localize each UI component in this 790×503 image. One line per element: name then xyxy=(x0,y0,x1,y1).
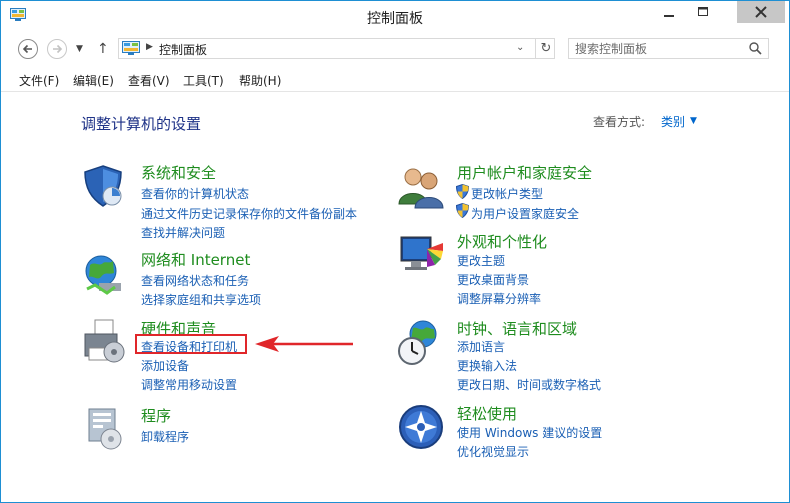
link-optimize-visual-display[interactable]: 优化视觉显示 xyxy=(457,443,529,460)
category-title[interactable]: 外观和个性化 xyxy=(457,231,547,252)
address-dropdown-icon[interactable]: ⌄ xyxy=(516,42,524,53)
link-file-history-backup[interactable]: 通过文件历史记录保存你的文件备份副本 xyxy=(141,205,357,222)
link-network-status-tasks[interactable]: 查看网络状态和任务 xyxy=(141,272,249,289)
programs-icon[interactable] xyxy=(81,405,129,453)
menu-edit[interactable]: 编辑(E) xyxy=(73,72,114,89)
link-change-input-method[interactable]: 更换输入法 xyxy=(457,357,517,374)
breadcrumb-separator-icon[interactable]: ▶ xyxy=(146,42,153,52)
link-uninstall-program[interactable]: 卸载程序 xyxy=(141,428,189,445)
link-troubleshoot[interactable]: 查找并解决问题 xyxy=(141,224,225,241)
uac-shield-icon xyxy=(456,203,469,218)
printer-icon[interactable] xyxy=(81,318,129,366)
menu-tools[interactable]: 工具(T) xyxy=(183,72,224,89)
category-clock-language-region: 时钟、语言和区域 添加语言 更换输入法 更改日期、时间或数字格式 xyxy=(397,318,697,392)
menu-bar: 文件(F) 编辑(E) 查看(V) 工具(T) 帮助(H) xyxy=(1,67,789,92)
highlight-box xyxy=(135,334,247,354)
title-bar: 控制面板 xyxy=(1,1,789,31)
link-desktop-background[interactable]: 更改桌面背景 xyxy=(457,271,529,288)
clock-globe-icon[interactable] xyxy=(397,318,445,366)
arrow-left-icon xyxy=(22,44,32,54)
view-by-label: 查看方式: xyxy=(593,115,646,129)
link-add-language[interactable]: 添加语言 xyxy=(457,338,505,355)
link-add-device[interactable]: 添加设备 xyxy=(141,357,189,374)
maximize-button[interactable] xyxy=(687,1,719,23)
category-appearance: 外观和个性化 更改主题 更改桌面背景 调整屏幕分辨率 xyxy=(397,231,697,306)
category-title[interactable]: 用户帐户和家庭安全 xyxy=(457,162,592,183)
refresh-icon: ↻ xyxy=(540,41,552,56)
category-title[interactable]: 时钟、语言和区域 xyxy=(457,318,577,339)
link-change-theme[interactable]: 更改主题 xyxy=(457,252,505,269)
minimize-icon xyxy=(664,15,674,17)
category-system-security: 系统和安全 查看你的计算机状态 通过文件历史记录保存你的文件备份副本 查找并解决… xyxy=(81,162,381,240)
category-ease-of-access: 轻松使用 使用 Windows 建议的设置 优化视觉显示 xyxy=(397,403,697,463)
navigation-bar: ▼ ↑ ▶ 控制面板 ⌄ ↻ xyxy=(1,31,789,67)
control-panel-small-icon xyxy=(122,41,140,55)
address-bar[interactable]: ▶ 控制面板 ⌄ ↻ xyxy=(118,38,555,59)
network-icon[interactable] xyxy=(81,249,129,297)
control-panel-window: 控制面板 ▼ ↑ ▶ 控制面板 ⌄ ↻ 搜索控制面板 文件(F) 编辑(E) 查… xyxy=(0,0,790,503)
search-input[interactable] xyxy=(575,40,745,57)
users-icon[interactable] xyxy=(397,162,445,210)
shield-icon[interactable] xyxy=(81,162,129,210)
view-by-dropdown-icon[interactable]: ▼ xyxy=(690,116,697,126)
link-screen-resolution[interactable]: 调整屏幕分辨率 xyxy=(457,290,541,307)
link-windows-recommended-settings[interactable]: 使用 Windows 建议的设置 xyxy=(457,424,602,441)
back-button[interactable] xyxy=(18,39,38,59)
category-title[interactable]: 程序 xyxy=(141,405,171,426)
close-icon xyxy=(755,6,767,18)
forward-button[interactable] xyxy=(47,39,67,59)
arrow-right-icon xyxy=(53,44,63,54)
link-family-safety[interactable]: 为用户设置家庭安全 xyxy=(471,205,579,222)
ease-of-access-icon[interactable] xyxy=(397,403,445,451)
category-title[interactable]: 网络和 Internet xyxy=(141,249,250,270)
recent-locations-chevron-icon[interactable]: ▼ xyxy=(76,44,83,54)
close-button[interactable] xyxy=(737,1,785,23)
page-heading: 调整计算机的设置 xyxy=(81,115,202,133)
search-box[interactable] xyxy=(568,38,769,59)
up-arrow-icon[interactable]: ↑ xyxy=(97,41,109,57)
category-programs: 程序 卸载程序 xyxy=(81,405,381,453)
view-by-category[interactable]: 类别 xyxy=(661,113,685,130)
category-network-internet: 网络和 Internet 查看网络状态和任务 选择家庭组和共享选项 xyxy=(81,249,381,309)
display-icon[interactable] xyxy=(397,231,445,279)
category-title[interactable]: 轻松使用 xyxy=(457,403,517,424)
uac-shield-icon xyxy=(456,184,469,199)
refresh-button[interactable]: ↻ xyxy=(535,39,556,58)
link-mobility-settings[interactable]: 调整常用移动设置 xyxy=(141,376,237,393)
search-icon[interactable] xyxy=(749,42,762,55)
maximize-icon xyxy=(698,7,708,16)
menu-help[interactable]: 帮助(H) xyxy=(239,72,281,89)
category-title[interactable]: 系统和安全 xyxy=(141,162,216,183)
link-change-account-type[interactable]: 更改帐户类型 xyxy=(471,185,543,202)
link-homegroup-sharing[interactable]: 选择家庭组和共享选项 xyxy=(141,291,261,308)
breadcrumb-control-panel[interactable]: 控制面板 xyxy=(159,41,207,58)
menu-view[interactable]: 查看(V) xyxy=(128,72,170,89)
menu-file[interactable]: 文件(F) xyxy=(19,72,59,89)
category-user-accounts: 用户帐户和家庭安全 更改帐户类型 为用户设置家庭安全 xyxy=(397,162,697,222)
control-panel-content: 调整计算机的设置 查看方式: 类别 ▼ 系统和安全 查看你的计算机状态 通过文件… xyxy=(1,92,789,502)
link-date-time-format[interactable]: 更改日期、时间或数字格式 xyxy=(457,376,601,393)
annotation-arrow-icon xyxy=(255,336,353,352)
link-view-computer-status[interactable]: 查看你的计算机状态 xyxy=(141,185,249,202)
minimize-button[interactable] xyxy=(653,1,685,23)
